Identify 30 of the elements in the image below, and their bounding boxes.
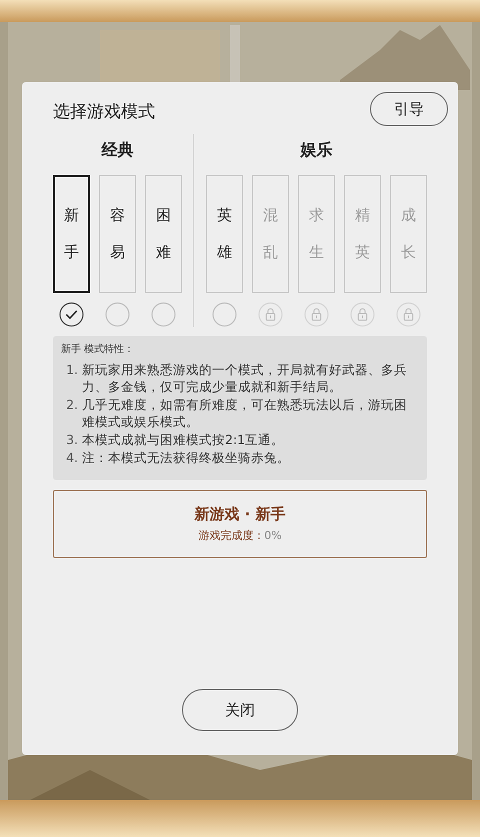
item-number: 1. — [65, 361, 79, 379]
group-title: 娱乐 — [300, 140, 332, 161]
item-text: 新玩家用来熟悉游戏的一个模式，开局就有好武器、多兵力、多金钱，仅可完成少量成就和新手结局。 — [82, 361, 408, 395]
mode-card[interactable]: 困难 — [145, 175, 182, 293]
dialog-title: 选择游戏模式 — [53, 100, 155, 122]
new-game-title: 新游戏 · 新手 — [194, 505, 286, 524]
new-game-button[interactable]: 新游戏 · 新手 游戏完成度：0% — [53, 490, 427, 558]
lock-icon — [396, 302, 421, 327]
item-text: 注：本模式无法获得终极坐骑赤兔。 — [82, 449, 291, 466]
radio-circle[interactable] — [212, 302, 237, 327]
progress-value: 0% — [264, 529, 282, 542]
item-text: 本模式成就与困难模式按2:1互通。 — [82, 431, 286, 448]
radio-circle[interactable] — [105, 302, 130, 327]
close-button[interactable]: 关闭 — [182, 689, 298, 731]
lock-icon — [350, 302, 375, 327]
guide-button[interactable]: 引导 — [370, 92, 448, 126]
lock-icon — [258, 302, 283, 327]
mode-card[interactable]: 容易 — [99, 175, 136, 293]
description-heading: 新手 模式特性： — [61, 342, 136, 356]
item-text: 几乎无难度，如需有所难度，可在熟悉玩法以后，游玩困难模式或娱乐模式。 — [82, 396, 408, 430]
item-number: 4. — [65, 449, 79, 466]
mode-card[interactable]: 新手 — [53, 175, 90, 293]
group-title: 经典 — [102, 140, 134, 161]
mode-card[interactable]: 英雄 — [206, 175, 243, 293]
lock-icon — [304, 302, 329, 327]
item-number: 2. — [65, 396, 79, 414]
radio-circle[interactable] — [151, 302, 176, 327]
progress-label: 游戏完成度： — [198, 529, 264, 542]
item-number: 3. — [65, 431, 79, 448]
check-icon — [59, 302, 84, 327]
